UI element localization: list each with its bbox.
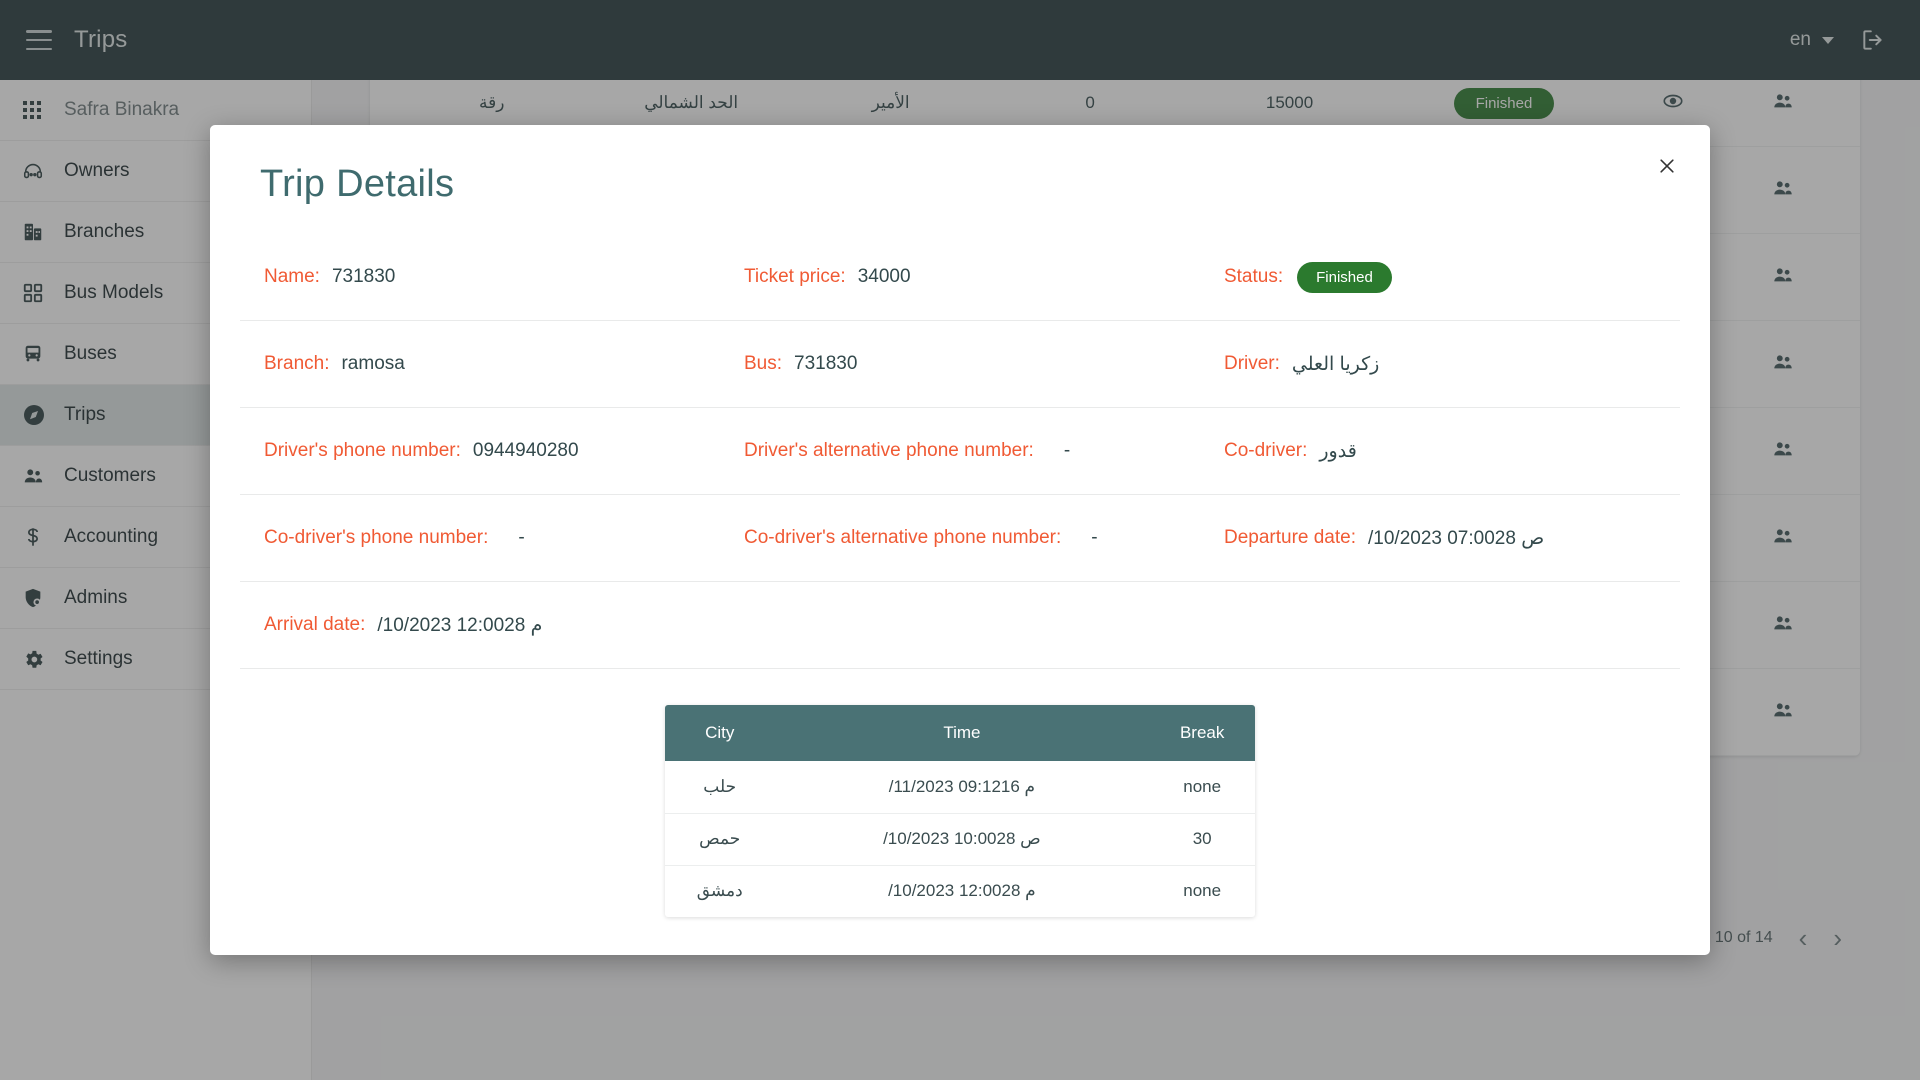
field-bus: Bus: 731830 (719, 321, 1200, 408)
column-header-time: Time (774, 705, 1150, 761)
cell-break: 30 (1149, 813, 1255, 866)
field-driver: Driver: زكريا العلي (1199, 321, 1680, 408)
field-value: زكريا العلي (1291, 353, 1380, 375)
field-label: Ticket price: (743, 266, 846, 287)
table-row: حمص ‎/10/2023 10:00ص 28 30 (665, 813, 1255, 866)
cell-time: ‎/11/2023 09:12م 16 (774, 761, 1150, 814)
field-value: 731830 (794, 353, 858, 374)
field-value: 34000 (857, 266, 911, 287)
field-driver-phone: Driver's phone number: 0944940280 (240, 408, 720, 495)
field-co-driver: Co-driver: قدور (1199, 408, 1680, 495)
field-value: قدور (1319, 440, 1357, 462)
details-grid: Name: 731830 Ticket price: 34000 Status:… (238, 234, 1682, 669)
field-value: ‎/10/2023 12:00م 28 (377, 614, 543, 636)
close-icon[interactable] (1652, 151, 1682, 181)
cell-break: none (1149, 761, 1255, 814)
field-label: Co-driver: (1223, 440, 1308, 461)
field-departure-date: Departure date: ‎/10/2023 07:00ص 28 (1199, 495, 1680, 582)
cell-city: حمص (665, 813, 775, 866)
field-label: Name: (264, 266, 320, 287)
stops-table: City Time Break حلب ‎/11/2023 09:12م 16 … (665, 705, 1255, 917)
field-name: Name: 731830 (240, 234, 720, 321)
field-co-driver-phone: Co-driver's phone number: - (240, 495, 720, 582)
field-label: Bus: (743, 353, 783, 374)
field-value: ramosa (341, 353, 405, 374)
field-label: Co-driver's phone number: (264, 527, 489, 548)
field-label: Status: (1223, 266, 1284, 287)
field-branch: Branch: ramosa (240, 321, 720, 408)
table-row: حلب ‎/11/2023 09:12م 16 none (665, 761, 1255, 814)
field-label: Branch: (264, 353, 330, 374)
field-status: Status: Finished (1199, 234, 1680, 321)
stops-table-head: City Time Break (665, 705, 1255, 761)
stops-table-wrapper: City Time Break حلب ‎/11/2023 09:12م 16 … (238, 705, 1682, 917)
column-header-break: Break (1149, 705, 1255, 761)
field-value: - (1091, 527, 1098, 548)
field-label: Driver's alternative phone number: (743, 440, 1034, 461)
field-value: - (518, 527, 525, 548)
table-row: دمشق ‎/10/2023 12:00م 28 none (665, 865, 1255, 917)
field-value: ‎/10/2023 07:00ص 28 (1368, 527, 1545, 549)
field-co-driver-alt-phone: Co-driver's alternative phone number: - (719, 495, 1200, 582)
stops-table-body: حلب ‎/11/2023 09:12م 16 none حمص ‎/10/20… (665, 761, 1255, 917)
status-badge: Finished (1297, 261, 1392, 293)
field-label: Departure date: (1223, 527, 1356, 548)
cell-city: حلب (665, 761, 775, 814)
field-label: Arrival date: (264, 614, 366, 635)
column-header-city: City (665, 705, 775, 761)
app-root: رقة الحد الشمالي الأمير 0 15000 Finished (0, 0, 1920, 1080)
field-value: 0944940280 (472, 440, 579, 461)
cell-time: ‎/10/2023 12:00م 28 (888, 881, 1036, 901)
field-label: Driver's phone number: (264, 440, 461, 461)
field-arrival-date: Arrival date: ‎/10/2023 12:00م 28 (240, 582, 1680, 669)
trip-details-modal: Trip Details Name: 731830 Ticket price: … (210, 125, 1710, 955)
field-driver-alt-phone: Driver's alternative phone number: - (719, 408, 1200, 495)
field-value: - (1063, 440, 1071, 461)
modal-title: Trip Details (260, 163, 455, 205)
field-label: Co-driver's alternative phone number: (743, 527, 1062, 548)
cell-break: none (1183, 881, 1222, 901)
cell-city: دمشق (696, 881, 743, 901)
field-label: Driver: (1223, 353, 1280, 374)
cell-time: ‎/10/2023 10:00ص 28 (774, 813, 1150, 866)
field-value: 731830 (331, 266, 396, 287)
stops-header-row: City Time Break (665, 705, 1255, 761)
field-ticket-price: Ticket price: 34000 (719, 234, 1200, 321)
